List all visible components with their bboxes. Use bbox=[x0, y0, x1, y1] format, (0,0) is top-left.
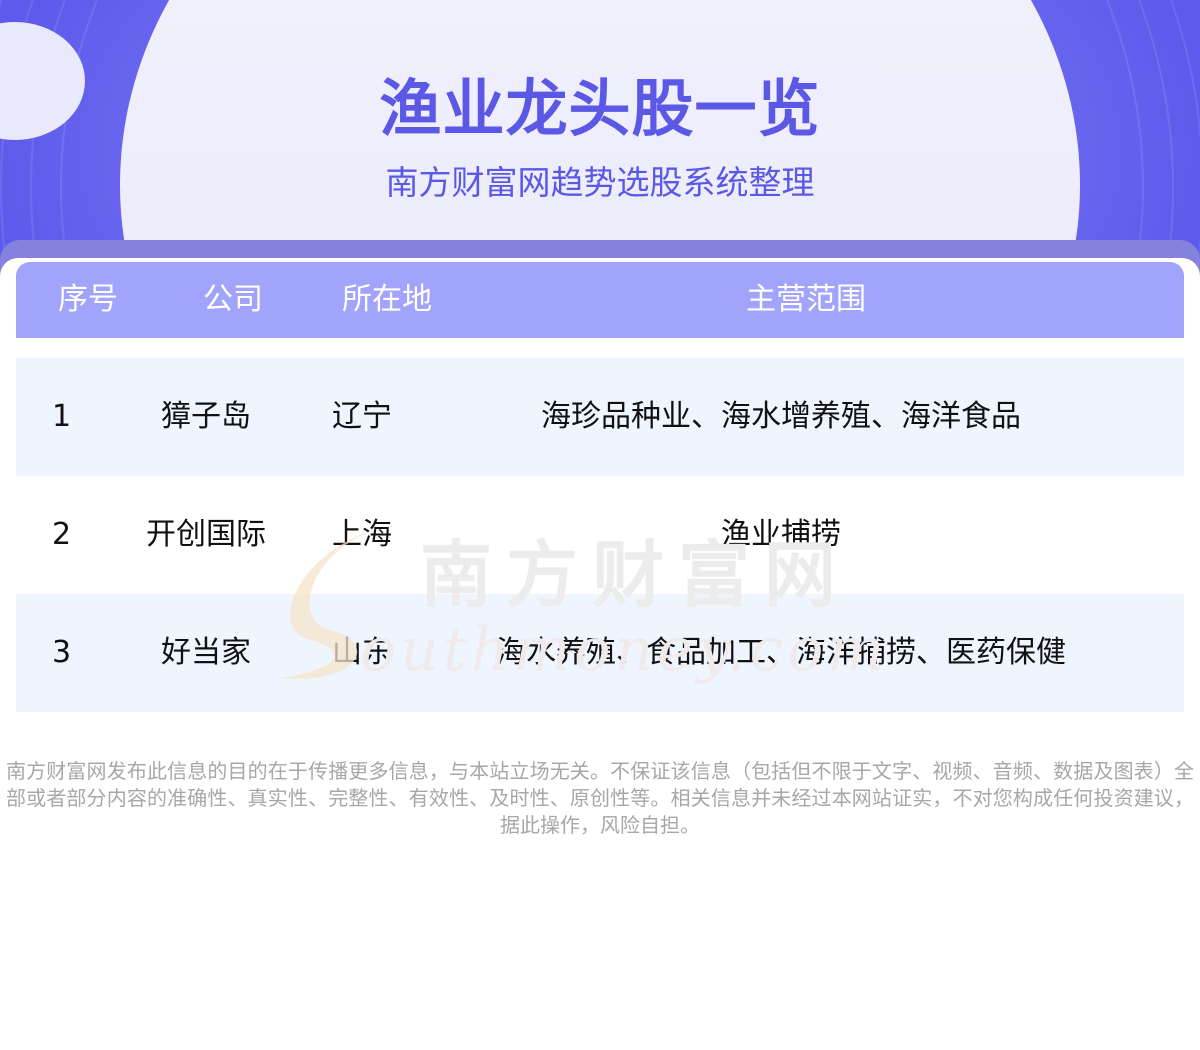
row-business: 渔业捕捞 bbox=[721, 517, 841, 552]
row-index: 2 bbox=[52, 517, 72, 552]
table-row: 2 开创国际 上海 渔业捕捞 bbox=[16, 476, 1184, 594]
column-header-company: 公司 bbox=[203, 282, 263, 317]
row-company: 好当家 bbox=[161, 635, 251, 670]
row-company: 开创国际 bbox=[146, 517, 266, 552]
table-row: 3 好当家 山东 海水养殖、食品加工、海洋捕捞、医药保健 bbox=[16, 594, 1184, 712]
page-title: 渔业龙头股一览 bbox=[379, 72, 821, 145]
page-subtitle: 南方财富网趋势选股系统整理 bbox=[385, 163, 815, 202]
table-row: 1 獐子岛 辽宁 海珍品种业、海水增养殖、海洋食品 bbox=[16, 358, 1184, 476]
row-location: 辽宁 bbox=[332, 399, 392, 434]
disclaimer-text: 南方财富网发布此信息的目的在于传播更多信息，与本站立场无关。不保证该信息（包括但… bbox=[6, 759, 1194, 837]
row-location: 山东 bbox=[332, 635, 392, 670]
row-index: 1 bbox=[52, 399, 72, 434]
column-header-index: 序号 bbox=[58, 282, 118, 317]
row-location: 上海 bbox=[332, 517, 392, 552]
column-header-business: 主营范围 bbox=[746, 282, 866, 317]
row-business: 海水养殖、食品加工、海洋捕捞、医药保健 bbox=[496, 635, 1066, 670]
row-index: 3 bbox=[52, 635, 72, 670]
row-business: 海珍品种业、海水增养殖、海洋食品 bbox=[541, 399, 1021, 434]
table-header: 序号 公司 所在地 主营范围 bbox=[16, 262, 1184, 338]
row-company: 獐子岛 bbox=[161, 399, 251, 434]
column-header-location: 所在地 bbox=[342, 282, 432, 317]
